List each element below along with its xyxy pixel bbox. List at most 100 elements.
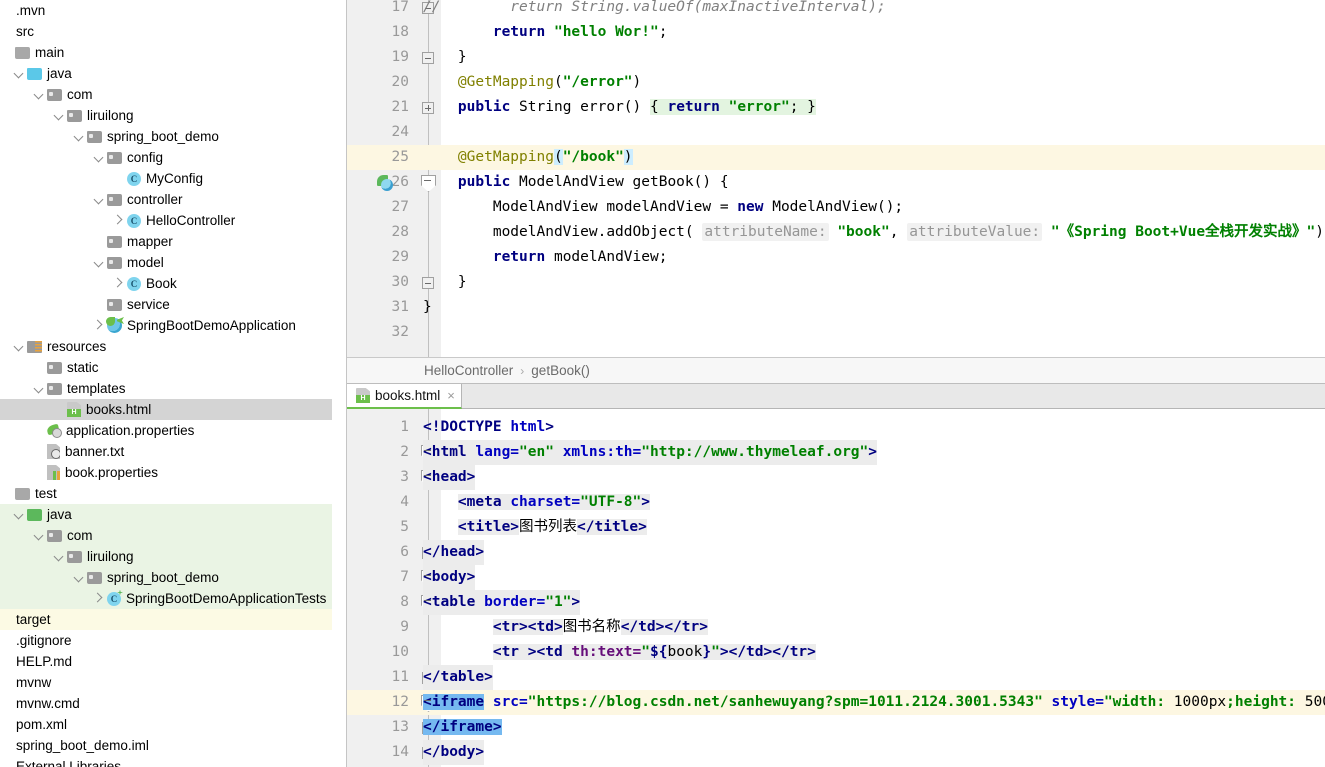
string-token: "error" xyxy=(719,99,790,115)
tree-item-books-html[interactable]: books.html xyxy=(0,399,347,420)
code-line[interactable]: 8 <table border="1"> xyxy=(347,590,1325,615)
chevron-down-icon[interactable] xyxy=(32,84,47,105)
tree-item-myconfig[interactable]: C MyConfig xyxy=(0,168,347,189)
tree-item-src[interactable]: src xyxy=(0,21,347,42)
tree-item-pom-xml[interactable]: pom.xml xyxy=(0,714,347,735)
tree-item-com[interactable]: com xyxy=(0,525,347,546)
spring-bean-gutter-icon[interactable] xyxy=(377,175,393,191)
code-text: <iframe src="https://blog.csdn.net/sanhe… xyxy=(423,690,1325,715)
tree-item-resources[interactable]: resources xyxy=(0,336,347,357)
tree-item-mvn[interactable]: .mvn xyxy=(0,0,347,21)
code-line[interactable]: 1 <!DOCTYPE html> xyxy=(347,415,1325,440)
code-line[interactable]: 7 <body> xyxy=(347,565,1325,590)
code-line[interactable]: 26 public ModelAndView getBook() { xyxy=(347,170,1325,195)
code-line[interactable]: 11 </table> xyxy=(347,665,1325,690)
code-line[interactable]: 20 @GetMapping("/error") xyxy=(347,70,1325,95)
code-line[interactable]: 19 } xyxy=(347,45,1325,70)
tree-item-controller[interactable]: controller xyxy=(0,189,347,210)
chevron-down-icon[interactable] xyxy=(32,525,47,546)
close-icon[interactable]: × xyxy=(447,389,455,402)
sidebar-scrollbar-track[interactable] xyxy=(332,0,346,767)
chevron-down-icon[interactable] xyxy=(12,504,27,525)
code-line[interactable]: 17 // return String.valueOf(maxInactiveI… xyxy=(347,0,1325,20)
chevron-down-icon[interactable] xyxy=(12,63,27,84)
code-line[interactable]: 24 xyxy=(347,120,1325,145)
tree-item-external-libraries[interactable]: External Libraries xyxy=(0,756,347,767)
chevron-down-icon[interactable] xyxy=(92,189,107,210)
code-line[interactable]: 32 xyxy=(347,320,1325,345)
tab-books-html[interactable]: books.html × xyxy=(347,384,462,409)
tree-item-test[interactable]: test xyxy=(0,483,347,504)
chevron-down-icon[interactable] xyxy=(32,378,47,399)
project-tree-panel[interactable]: .mvn src main java com liruilong spring_boot_d… xyxy=(0,0,347,767)
code-line[interactable]: 28 modelAndView.addObject( attributeName… xyxy=(347,220,1325,245)
chevron-down-icon[interactable] xyxy=(12,336,27,357)
code-line[interactable]: 5 <title>图书列表</title> xyxy=(347,515,1325,540)
tree-item-liruilong[interactable]: liruilong xyxy=(0,105,347,126)
tree-item-mvnw[interactable]: mvnw xyxy=(0,672,347,693)
tree-item-liruilong[interactable]: liruilong xyxy=(0,546,347,567)
tree-item-spring-boot-demo[interactable]: spring_boot_demo xyxy=(0,567,347,588)
tree-item-model[interactable]: model xyxy=(0,252,347,273)
tree-item-hellocontroller[interactable]: C HelloController xyxy=(0,210,347,231)
tree-item-mvnw-cmd[interactable]: mvnw.cmd xyxy=(0,693,347,714)
code-text: </iframe> xyxy=(423,715,502,740)
code-line[interactable]: 2 <html lang="en" xmlns:th="http://www.t… xyxy=(347,440,1325,465)
tree-item-label: target xyxy=(16,612,51,627)
tree-item-java[interactable]: java xyxy=(0,504,347,525)
tree-item-book[interactable]: C Book xyxy=(0,273,347,294)
code-line-current[interactable]: 12 <iframe src="https://blog.csdn.net/sa… xyxy=(347,690,1325,715)
tree-item-service[interactable]: service xyxy=(0,294,347,315)
punct-token: > xyxy=(571,594,581,610)
chevron-down-icon[interactable] xyxy=(72,567,87,588)
chevron-right-icon[interactable] xyxy=(112,210,127,231)
keyword-token: return xyxy=(492,24,546,40)
tree-item-java[interactable]: java xyxy=(0,63,347,84)
chevron-right-icon[interactable] xyxy=(92,315,107,336)
java-code-editor[interactable]: 17 // return String.valueOf(maxInactiveI… xyxy=(347,0,1325,357)
code-line[interactable]: 3 <head> xyxy=(347,465,1325,490)
tree-item-banner-txt[interactable]: banner.txt xyxy=(0,441,347,462)
html-code-editor[interactable]: 1 <!DOCTYPE html> 2 <html lang="en" xmln… xyxy=(347,409,1325,767)
tree-item-spring-boot-demo[interactable]: spring_boot_demo xyxy=(0,126,347,147)
tree-item-config[interactable]: config xyxy=(0,147,347,168)
code-line[interactable]: 9 <tr><td>图书名称</td></tr> xyxy=(347,615,1325,640)
tree-item-gitignore[interactable]: .gitignore xyxy=(0,630,347,651)
tree-item-application-properties[interactable]: application.properties xyxy=(0,420,347,441)
code-line[interactable]: 31 } xyxy=(347,295,1325,320)
breadcrumb-method[interactable]: getBook() xyxy=(531,363,590,378)
code-line[interactable]: 30 } xyxy=(347,270,1325,295)
code-line[interactable]: 18 return "hello Wor!"; xyxy=(347,20,1325,45)
tree-item-main[interactable]: main xyxy=(0,42,347,63)
code-line[interactable]: 27 ModelAndView modelAndView = new Model… xyxy=(347,195,1325,220)
chevron-down-icon[interactable] xyxy=(92,147,107,168)
editor-tab-bar[interactable]: books.html × xyxy=(347,383,1325,409)
code-line[interactable]: 21 public String error() { return "error… xyxy=(347,95,1325,120)
line-number: 10 xyxy=(391,644,409,660)
tree-item-mapper[interactable]: mapper xyxy=(0,231,347,252)
chevron-right-icon[interactable] xyxy=(92,588,107,609)
chevron-down-icon[interactable] xyxy=(92,252,107,273)
tree-item-com[interactable]: com xyxy=(0,84,347,105)
breadcrumb-class[interactable]: HelloController xyxy=(424,363,513,378)
code-line-current[interactable]: 25 @GetMapping("/book") xyxy=(347,145,1325,170)
tree-item-springbootdemoapplicationtests[interactable]: C SpringBootDemoApplicationTests xyxy=(0,588,347,609)
code-line[interactable]: 29 return modelAndView; xyxy=(347,245,1325,270)
code-line[interactable]: 4 <meta charset="UTF-8"> xyxy=(347,490,1325,515)
tree-item-target[interactable]: target xyxy=(0,609,347,630)
code-line[interactable]: 10 <tr ><td th:text="${book}"></td></tr> xyxy=(347,640,1325,665)
chevron-down-icon[interactable] xyxy=(52,105,67,126)
breadcrumb[interactable]: HelloController › getBook() xyxy=(347,357,1325,383)
tree-item-book-properties[interactable]: book.properties xyxy=(0,462,347,483)
code-line[interactable]: 14 </body> xyxy=(347,740,1325,765)
chevron-right-icon[interactable] xyxy=(112,273,127,294)
tree-item-static[interactable]: static xyxy=(0,357,347,378)
tree-item-spring-boot-demo-iml[interactable]: spring_boot_demo.iml xyxy=(0,735,347,756)
code-line[interactable]: 13 </iframe> xyxy=(347,715,1325,740)
tree-item-templates[interactable]: templates xyxy=(0,378,347,399)
chevron-down-icon[interactable] xyxy=(72,126,87,147)
chevron-down-icon[interactable] xyxy=(52,546,67,567)
tree-item-springbootdemoapplication[interactable]: SpringBootDemoApplication xyxy=(0,315,347,336)
tree-item-help-md[interactable]: HELP.md xyxy=(0,651,347,672)
code-line[interactable]: 6 </head> xyxy=(347,540,1325,565)
